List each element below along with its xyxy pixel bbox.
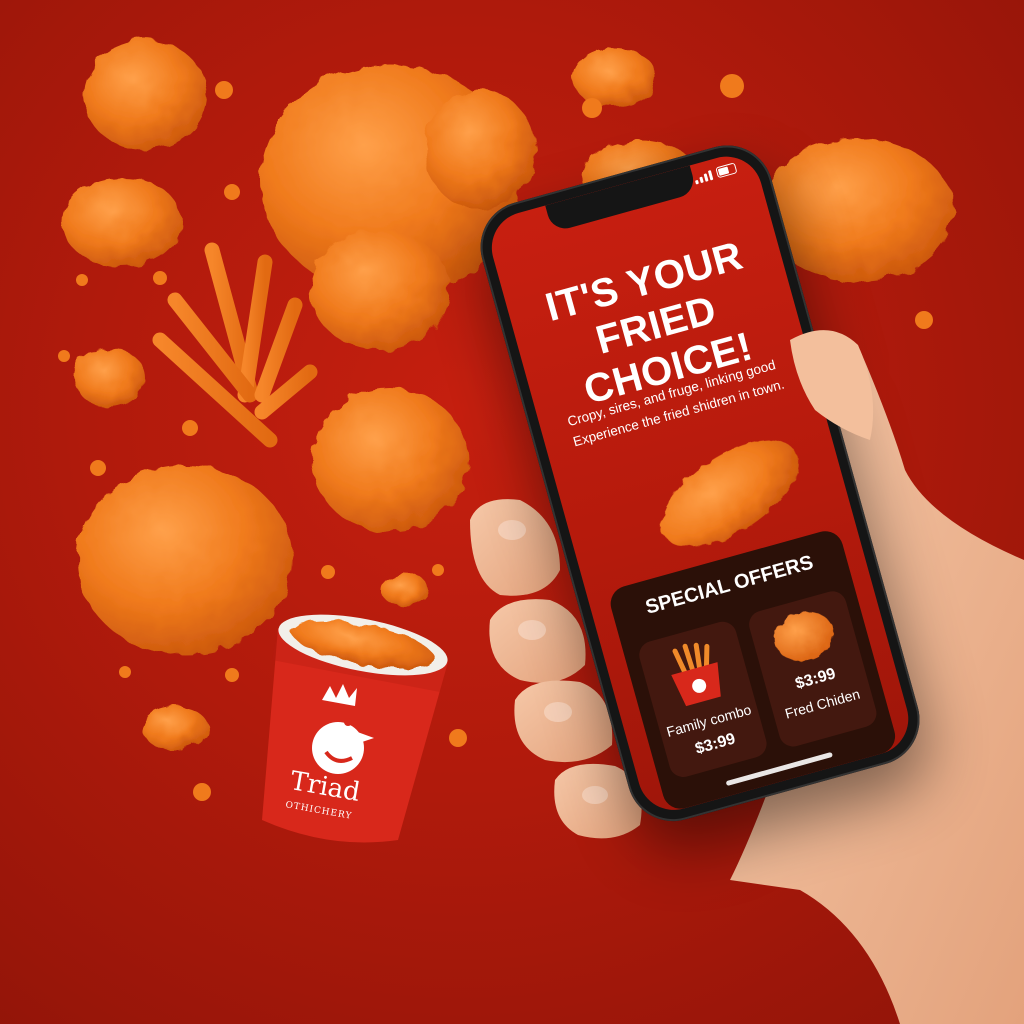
- background-scene: Triad OTHICHERY IT'S YOUR FRIED CHOICE! …: [0, 0, 1024, 1024]
- fries-bucket-icon: [671, 642, 721, 707]
- hand-illustration: [470, 333, 1024, 1024]
- status-bar: [693, 162, 738, 184]
- signal-icon: [693, 169, 714, 184]
- offer-card-family-combo[interactable]: Family combo $3:99: [636, 618, 770, 781]
- special-offers-panel: SPECIAL OFFERS Family combo $3:99 $3:99 …: [606, 527, 900, 813]
- battery-icon: [715, 162, 738, 179]
- offer-card-fried-chicken[interactable]: $3:99 Fred Chiden: [745, 588, 880, 750]
- fried-chicken-icon: [774, 611, 834, 661]
